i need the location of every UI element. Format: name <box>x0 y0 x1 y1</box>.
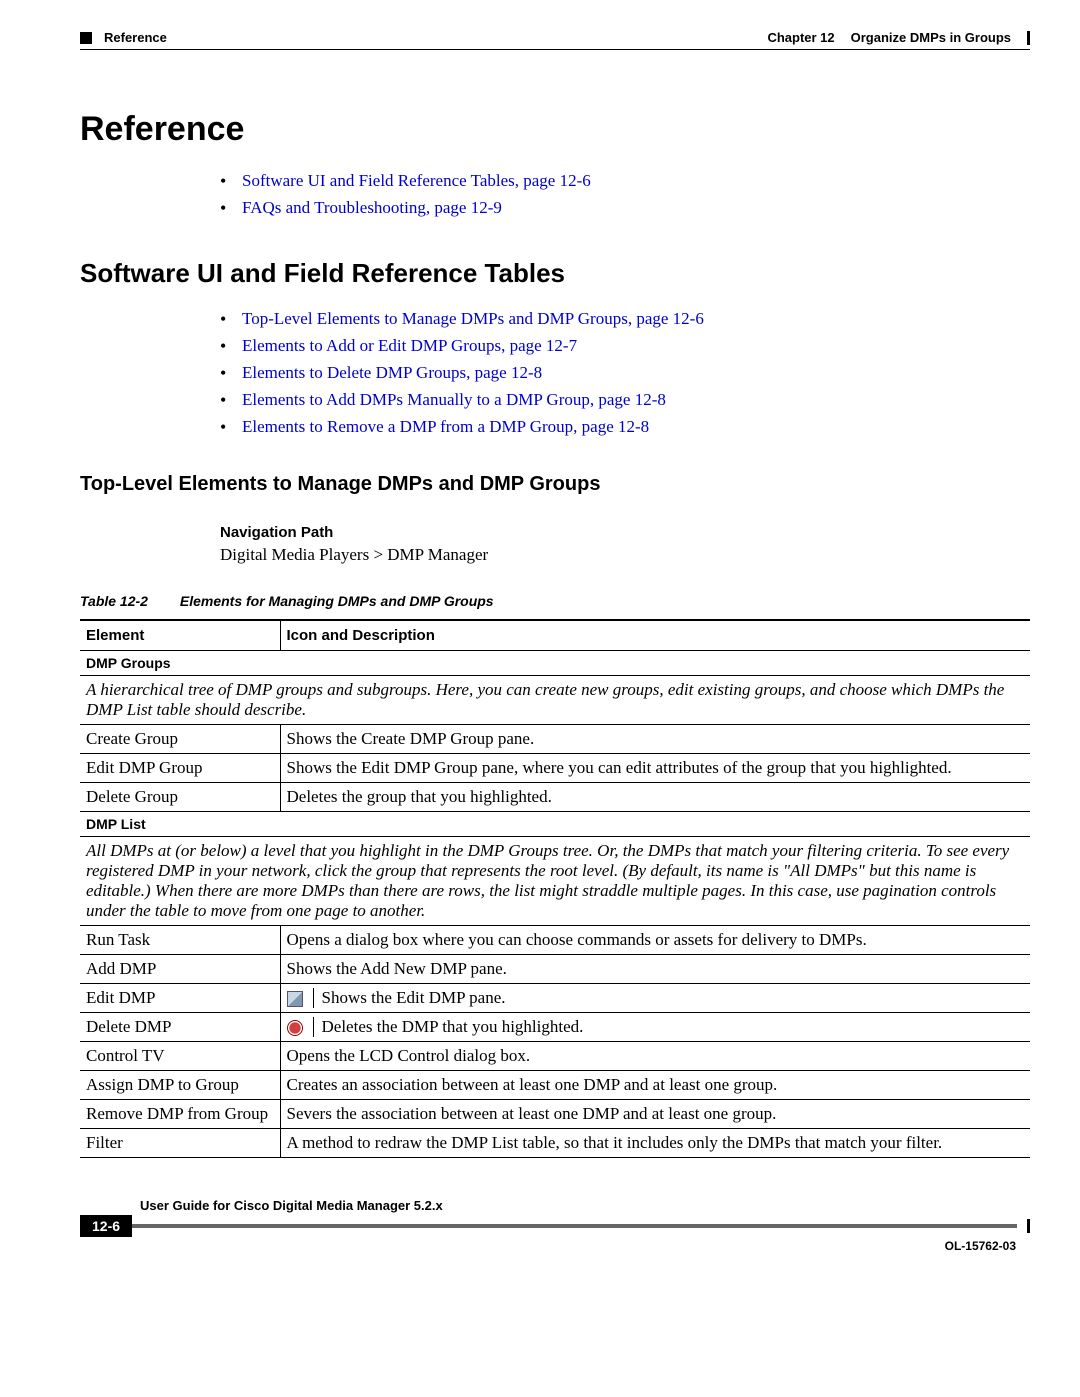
element-description: A method to redraw the DMP List table, s… <box>280 1129 1030 1158</box>
footer-doc-code: OL-15762-03 <box>80 1239 1016 1253</box>
element-description: Deletes the DMP that you highlighted. <box>280 1013 1030 1042</box>
element-name: Delete DMP <box>80 1013 280 1042</box>
header-divider-icon <box>1027 31 1030 45</box>
header-chapter-title: Organize DMPs in Groups <box>851 30 1011 45</box>
element-description: Opens the LCD Control dialog box. <box>280 1042 1030 1071</box>
element-name: Edit DMP <box>80 984 280 1013</box>
links-reference: Software UI and Field Reference Tables, … <box>220 171 1030 218</box>
delete-icon <box>287 1020 303 1036</box>
element-description: Opens a dialog box where you can choose … <box>280 926 1030 955</box>
table-row: Delete GroupDeletes the group that you h… <box>80 783 1030 812</box>
link-item[interactable]: Elements to Add or Edit DMP Groups, page… <box>220 336 1030 356</box>
table-row: Delete DMP Deletes the DMP that you highl… <box>80 1013 1030 1042</box>
footer-page-number: 12-6 <box>80 1215 132 1237</box>
table-row: FilterA method to redraw the DMP List ta… <box>80 1129 1030 1158</box>
header-chapter-num: Chapter 12 <box>767 30 834 45</box>
page-title: Reference <box>80 110 1030 149</box>
table-row: Edit DMP GroupShows the Edit DMP Group p… <box>80 754 1030 783</box>
header-square-icon <box>80 32 92 44</box>
element-description: Shows the Add New DMP pane. <box>280 955 1030 984</box>
table-row: Assign DMP to GroupCreates an associatio… <box>80 1071 1030 1100</box>
link-item[interactable]: Elements to Add DMPs Manually to a DMP G… <box>220 390 1030 410</box>
col-header-element: Element <box>80 620 280 651</box>
reference-table: Element Icon and Description DMP GroupsA… <box>80 619 1030 1158</box>
link-item[interactable]: Software UI and Field Reference Tables, … <box>220 171 1030 191</box>
element-name: Run Task <box>80 926 280 955</box>
section-heading: Software UI and Field Reference Tables <box>80 258 1030 289</box>
link-item[interactable]: Elements to Remove a DMP from a DMP Grou… <box>220 417 1030 437</box>
footer-bar-icon <box>132 1224 1017 1228</box>
element-name: Create Group <box>80 725 280 754</box>
header-section-label: Reference <box>104 30 167 45</box>
element-description: Creates an association between at least … <box>280 1071 1030 1100</box>
table-row: Remove DMP from GroupSevers the associat… <box>80 1100 1030 1129</box>
element-name: Delete Group <box>80 783 280 812</box>
element-name: Remove DMP from Group <box>80 1100 280 1129</box>
page-footer: User Guide for Cisco Digital Media Manag… <box>80 1198 1030 1253</box>
edit-icon <box>287 991 303 1007</box>
link-item[interactable]: FAQs and Troubleshooting, page 12-9 <box>220 198 1030 218</box>
table-caption: Table 12-2 Elements for Managing DMPs an… <box>80 593 1030 609</box>
element-description: Severs the association between at least … <box>280 1100 1030 1129</box>
subsection-heading: Top-Level Elements to Manage DMPs and DM… <box>80 473 1030 496</box>
table-row: Create GroupShows the Create DMP Group p… <box>80 725 1030 754</box>
table-row: Control TVOpens the LCD Control dialog b… <box>80 1042 1030 1071</box>
element-name: Assign DMP to Group <box>80 1071 280 1100</box>
element-name: Add DMP <box>80 955 280 984</box>
footer-divider-icon <box>1027 1219 1030 1233</box>
element-name: Control TV <box>80 1042 280 1071</box>
element-name: Filter <box>80 1129 280 1158</box>
table-section-name: DMP List <box>80 812 1030 837</box>
table-section-desc: All DMPs at (or below) a level that you … <box>80 837 1030 926</box>
table-row: Edit DMP Shows the Edit DMP pane. <box>80 984 1030 1013</box>
table-section-desc: A hierarchical tree of DMP groups and su… <box>80 676 1030 725</box>
page-header: Reference Chapter 12 Organize DMPs in Gr… <box>80 30 1030 45</box>
col-header-description: Icon and Description <box>280 620 1030 651</box>
link-item[interactable]: Top-Level Elements to Manage DMPs and DM… <box>220 309 1030 329</box>
nav-path-label: Navigation Path <box>220 524 1030 541</box>
table-number: Table 12-2 <box>80 593 148 609</box>
table-caption-text: Elements for Managing DMPs and DMP Group… <box>180 593 494 609</box>
header-rule <box>80 49 1030 50</box>
footer-guide-title: User Guide for Cisco Digital Media Manag… <box>140 1198 1030 1213</box>
table-section-name: DMP Groups <box>80 651 1030 676</box>
table-row: Add DMPShows the Add New DMP pane. <box>80 955 1030 984</box>
element-description: Shows the Edit DMP pane. <box>280 984 1030 1013</box>
nav-path-value: Digital Media Players > DMP Manager <box>220 545 1030 565</box>
element-name: Edit DMP Group <box>80 754 280 783</box>
table-row: Run TaskOpens a dialog box where you can… <box>80 926 1030 955</box>
description-text: Shows the Edit DMP pane. <box>313 988 1025 1008</box>
element-description: Deletes the group that you highlighted. <box>280 783 1030 812</box>
description-text: Deletes the DMP that you highlighted. <box>313 1017 1025 1037</box>
element-description: Shows the Create DMP Group pane. <box>280 725 1030 754</box>
links-subsection: Top-Level Elements to Manage DMPs and DM… <box>220 309 1030 437</box>
link-item[interactable]: Elements to Delete DMP Groups, page 12-8 <box>220 363 1030 383</box>
element-description: Shows the Edit DMP Group pane, where you… <box>280 754 1030 783</box>
